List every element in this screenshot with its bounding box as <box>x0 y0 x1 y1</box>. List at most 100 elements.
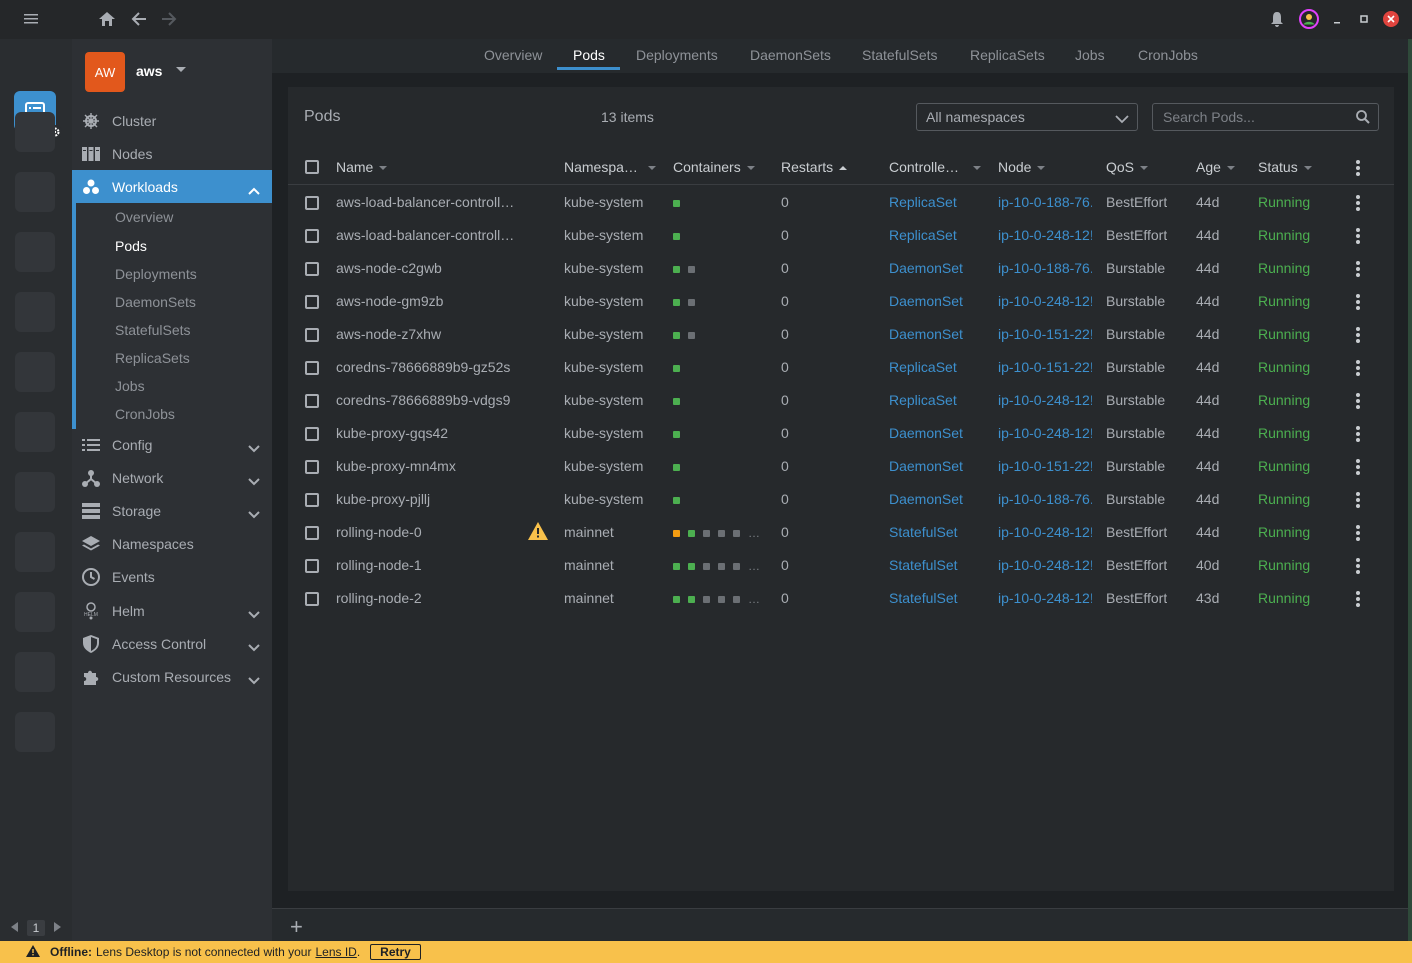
sidebar-item-cluster[interactable]: Cluster <box>72 104 272 137</box>
hamburger-icon[interactable] <box>22 9 42 29</box>
row-menu-icon[interactable] <box>1356 558 1360 574</box>
tab-replicasets[interactable]: ReplicaSets <box>970 47 1045 63</box>
container-status-dot[interactable] <box>703 562 710 570</box>
row-checkbox[interactable] <box>305 295 319 309</box>
sidebar-item-events[interactable]: Events <box>72 560 272 593</box>
tab-jobs[interactable]: Jobs <box>1075 47 1105 63</box>
row-menu-icon[interactable] <box>1356 393 1360 409</box>
table-row[interactable]: rolling-node-0 mainnet 0 StatefulSet ip-10-0… <box>288 516 1394 549</box>
column-header-restarts[interactable]: Restarts <box>781 159 848 175</box>
chevron-down-icon[interactable] <box>248 606 260 622</box>
table-row[interactable]: rolling-node-1 mainnet 0 StatefulSet ip-10-0… <box>288 549 1394 582</box>
container-status-dot[interactable] <box>673 463 680 471</box>
pod-controller-link[interactable]: DaemonSet <box>889 425 963 441</box>
table-row[interactable]: kube-proxy-pjllj kube-system 0 DaemonSet ip-… <box>288 483 1394 516</box>
sidebar-subitem-statefulsets[interactable]: StatefulSets <box>115 322 191 338</box>
container-status-dot[interactable] <box>673 298 680 306</box>
column-header-namespace[interactable]: Namespa… <box>564 159 656 175</box>
hotbar-slot[interactable] <box>15 352 55 392</box>
pod-node-link[interactable]: ip-10-0-188-76. <box>998 260 1092 276</box>
container-status-dot[interactable] <box>673 430 680 438</box>
container-status-dot[interactable] <box>688 265 695 273</box>
sidebar-subitem-cronjobs[interactable]: CronJobs <box>115 406 175 422</box>
sidebar-item-config[interactable]: Config <box>72 428 272 461</box>
pod-node-link[interactable]: ip-10-0-188-76. <box>998 194 1092 210</box>
hotbar-slot[interactable] <box>15 292 55 332</box>
pod-name[interactable]: coredns-78666889b9-gz52s <box>336 359 520 375</box>
tab-daemonsets[interactable]: DaemonSets <box>750 47 831 63</box>
sidebar-item-access-control[interactable]: Access Control <box>72 627 272 660</box>
pod-name[interactable]: aws-node-c2gwb <box>336 260 520 276</box>
chevron-down-icon[interactable] <box>248 506 260 522</box>
table-row[interactable]: aws-node-c2gwb kube-system 0 DaemonSet ip-10… <box>288 252 1394 285</box>
prev-page-icon[interactable] <box>10 921 19 935</box>
sidebar-item-helm[interactable]: HELM Helm <box>72 594 272 627</box>
table-row[interactable]: aws-node-gm9zb kube-system 0 DaemonSet ip-10… <box>288 285 1394 318</box>
row-menu-icon[interactable] <box>1356 294 1360 310</box>
namespace-select[interactable]: All namespaces <box>916 103 1138 131</box>
table-row[interactable]: coredns-78666889b9-gz52s kube-system 0 Repl… <box>288 351 1394 384</box>
container-status-dot[interactable] <box>688 562 695 570</box>
hotbar-slot[interactable] <box>15 472 55 512</box>
container-status-dot[interactable] <box>688 595 695 603</box>
pod-controller-link[interactable]: ReplicaSet <box>889 227 957 243</box>
pod-name[interactable]: rolling-node-1 <box>336 557 520 573</box>
sidebar-subitem-deployments[interactable]: Deployments <box>115 266 197 282</box>
lens-id-link[interactable]: Lens ID <box>315 945 356 959</box>
pod-name[interactable]: aws-load-balancer-controlle… <box>336 194 520 210</box>
row-menu-icon[interactable] <box>1356 492 1360 508</box>
bell-icon[interactable] <box>1267 9 1287 29</box>
pod-node-link[interactable]: ip-10-0-248-12! <box>998 227 1092 243</box>
row-menu-icon[interactable] <box>1356 327 1360 343</box>
row-checkbox[interactable] <box>305 526 319 540</box>
row-menu-icon[interactable] <box>1356 591 1360 607</box>
column-header-name[interactable]: Name <box>336 159 388 175</box>
sidebar-item-network[interactable]: Network <box>72 461 272 494</box>
container-status-dot[interactable] <box>703 595 710 603</box>
cluster-header[interactable]: AW aws <box>72 39 272 105</box>
pod-controller-link[interactable]: DaemonSet <box>889 491 963 507</box>
pod-name[interactable]: aws-node-z7xhw <box>336 326 520 342</box>
container-status-dot[interactable] <box>733 562 740 570</box>
row-menu-icon[interactable] <box>1356 360 1360 376</box>
tab-statefulsets[interactable]: StatefulSets <box>862 47 938 63</box>
row-menu-icon[interactable] <box>1356 426 1360 442</box>
row-checkbox[interactable] <box>305 262 319 276</box>
container-status-dot[interactable] <box>688 298 695 306</box>
sidebar-subitem-replicasets[interactable]: ReplicaSets <box>115 350 190 366</box>
pod-node-link[interactable]: ip-10-0-248-12! <box>998 590 1092 606</box>
row-menu-icon[interactable] <box>1356 195 1360 211</box>
caret-down-icon[interactable] <box>176 67 186 72</box>
sidebar-subitem-overview[interactable]: Overview <box>115 209 173 225</box>
row-menu-icon[interactable] <box>1356 525 1360 541</box>
row-checkbox[interactable] <box>305 394 319 408</box>
column-header-age[interactable]: Age <box>1196 159 1235 175</box>
container-status-dot[interactable] <box>688 331 695 339</box>
container-status-dot[interactable] <box>673 397 680 405</box>
hotbar-slot[interactable] <box>15 172 55 212</box>
row-checkbox[interactable] <box>305 493 319 507</box>
chevron-up-icon[interactable] <box>248 182 260 198</box>
pod-node-link[interactable]: ip-10-0-151-22! <box>998 326 1092 342</box>
container-status-dot[interactable] <box>673 595 680 603</box>
container-status-dot[interactable] <box>673 562 680 570</box>
hotbar-slot[interactable] <box>15 652 55 692</box>
tab-cronjobs[interactable]: CronJobs <box>1138 47 1198 63</box>
minimize-icon[interactable] <box>1327 9 1347 29</box>
column-header-status[interactable]: Status <box>1258 159 1312 175</box>
table-row[interactable]: kube-proxy-mn4mx kube-system 0 DaemonSet ip-… <box>288 450 1394 483</box>
table-row[interactable]: aws-load-balancer-controlle… kube-system 0… <box>288 219 1394 252</box>
sidebar-item-storage[interactable]: Storage <box>72 494 272 527</box>
pod-controller-link[interactable]: DaemonSet <box>889 293 963 309</box>
chevron-down-icon[interactable] <box>248 672 260 688</box>
user-avatar-icon[interactable] <box>1299 9 1319 29</box>
pod-node-link[interactable]: ip-10-0-248-12! <box>998 557 1092 573</box>
hotbar-slot[interactable] <box>15 532 55 572</box>
pod-controller-link[interactable]: ReplicaSet <box>889 359 957 375</box>
pod-node-link[interactable]: ip-10-0-151-22! <box>998 458 1092 474</box>
pod-controller-link[interactable]: StatefulSet <box>889 557 958 573</box>
sidebar-subitem-pods[interactable]: Pods <box>115 238 147 254</box>
container-status-dot[interactable] <box>718 595 725 603</box>
column-header-containers[interactable]: Containers <box>673 159 755 175</box>
container-status-dot[interactable] <box>718 529 725 537</box>
